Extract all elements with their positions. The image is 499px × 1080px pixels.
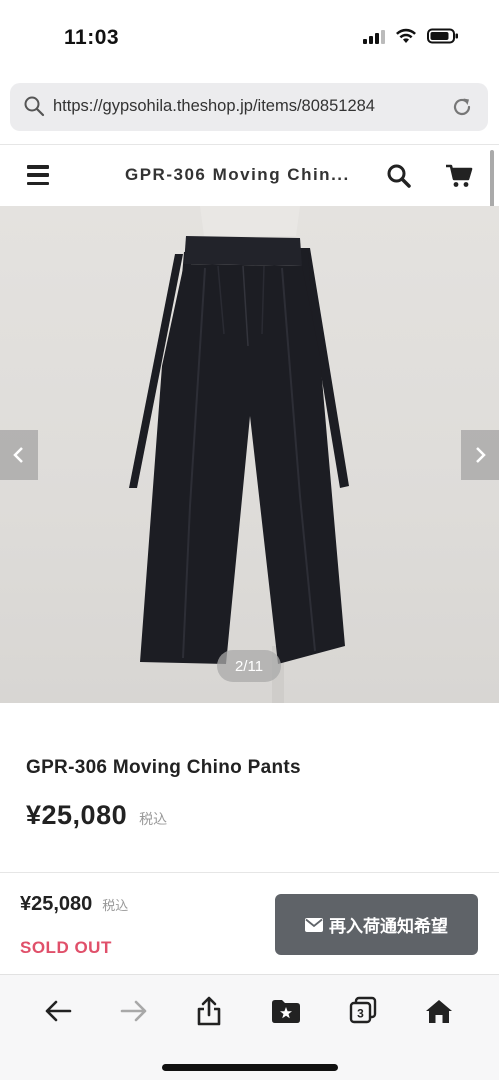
gallery-prev-button[interactable]: [0, 430, 38, 480]
price-row: ¥25,080 税込: [26, 800, 167, 831]
mail-icon: [305, 917, 323, 932]
wifi-icon: [396, 28, 416, 43]
share-button[interactable]: [189, 995, 229, 1027]
arrow-left-icon: [45, 1000, 72, 1022]
tax-label: 税込: [139, 811, 168, 827]
search-icon: [24, 96, 45, 117]
purchase-bar-price: ¥25,080: [20, 893, 93, 915]
arrow-right-icon: [120, 1000, 147, 1022]
battery-icon: [427, 28, 458, 44]
product-image[interactable]: 2/11: [0, 206, 499, 703]
bookmarks-button[interactable]: [266, 995, 306, 1027]
purchase-bar-tax-label: 税込: [102, 898, 129, 913]
cart-icon[interactable]: [445, 163, 473, 189]
restock-notify-button[interactable]: 再入荷通知希望: [275, 894, 478, 955]
product-name: GPR-306 Moving Chino Pants: [26, 757, 301, 778]
site-header: GPR-306 Moving Chin...: [0, 144, 499, 206]
bookmark-star-icon: [272, 1000, 300, 1023]
tab-count: 3: [357, 1007, 364, 1021]
purchase-bar: ¥25,080 税込 SOLD OUT 再入荷通知希望: [0, 872, 499, 974]
back-button[interactable]: [38, 995, 78, 1027]
gallery-counter: 2/11: [217, 650, 281, 682]
tabs-button[interactable]: 3: [343, 995, 383, 1027]
home-icon: [426, 1000, 452, 1023]
product-price: ¥25,080: [26, 800, 128, 830]
product-photo-pants: [129, 206, 349, 703]
status-time: 11:03: [64, 26, 120, 49]
cellular-signal-icon: [363, 28, 385, 44]
reload-icon[interactable]: [450, 95, 474, 119]
chevron-left-icon: [13, 447, 23, 463]
tabs-icon: 3: [349, 996, 377, 1024]
address-bar[interactable]: https://gypsohila.theshop.jp/items/80851…: [10, 83, 488, 131]
restock-notify-label: 再入荷通知希望: [329, 917, 448, 936]
chevron-right-icon: [476, 447, 486, 463]
url-text[interactable]: https://gypsohila.theshop.jp/items/80851…: [53, 97, 375, 116]
status-icons: [363, 28, 459, 44]
home-indicator: [162, 1064, 338, 1071]
purchase-bar-price-row: ¥25,080 税込: [20, 893, 128, 916]
sold-out-label: SOLD OUT: [20, 938, 112, 957]
page-title: GPR-306 Moving Chin...: [125, 165, 350, 184]
gallery-next-button[interactable]: [461, 430, 499, 480]
hamburger-menu-icon[interactable]: [27, 165, 49, 185]
search-icon[interactable]: [386, 163, 412, 189]
home-button[interactable]: [419, 995, 459, 1027]
forward-button[interactable]: [114, 995, 154, 1027]
browser-toolbar: 3: [0, 974, 499, 1080]
status-bar: 11:03: [0, 0, 499, 76]
share-icon: [197, 996, 221, 1026]
